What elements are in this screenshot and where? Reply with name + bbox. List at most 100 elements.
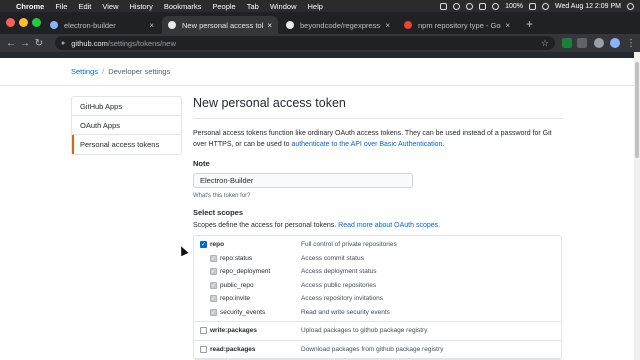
scope-row[interactable]: ✓ repo_deployment Access deployment stat… bbox=[194, 265, 561, 279]
browser-tab-active[interactable]: New personal access token × bbox=[162, 16, 278, 34]
github-icon bbox=[168, 21, 176, 29]
scope-description: Access commit status bbox=[301, 254, 364, 262]
scope-read-packages-checkbox[interactable] bbox=[200, 345, 207, 353]
note-label: Note bbox=[193, 159, 210, 168]
menu-edit[interactable]: Edit bbox=[78, 2, 91, 11]
url-host: github.com bbox=[71, 38, 108, 48]
scrollbar-thumb[interactable] bbox=[635, 62, 639, 158]
minimize-window-button[interactable] bbox=[19, 18, 28, 27]
web-page: Settings / Developer settings GitHub Apps … bbox=[0, 52, 640, 360]
status-icon[interactable] bbox=[453, 2, 461, 10]
scope-checkbox[interactable]: ✓ bbox=[210, 281, 217, 289]
menu-bookmarks[interactable]: Bookmarks bbox=[164, 2, 202, 11]
new-tab-icon[interactable]: + bbox=[526, 17, 533, 31]
dropbox-icon[interactable] bbox=[479, 2, 487, 10]
token-form: New personal access token Personal acces… bbox=[193, 96, 563, 360]
scope-checkbox[interactable]: ✓ bbox=[210, 308, 217, 316]
address-bar[interactable]: ● github.com/settings/tokens/new ☆ bbox=[55, 36, 555, 50]
scope-row[interactable]: ✓ repo Full control of private repositor… bbox=[194, 238, 561, 252]
menu-kebab-icon[interactable]: ⋮ bbox=[624, 38, 638, 49]
scope-name: write:packages bbox=[210, 327, 257, 335]
intro-end: . bbox=[442, 140, 445, 148]
menu-history[interactable]: History bbox=[130, 2, 153, 11]
scope-checkbox[interactable]: ✓ bbox=[210, 268, 217, 276]
scope-row[interactable]: read:packages Download packages from git… bbox=[194, 343, 561, 357]
tab-title: beyondcode/regexpress-build bbox=[300, 20, 381, 30]
reload-icon[interactable]: ↻ bbox=[32, 38, 46, 49]
scope-description: Read and write security events bbox=[301, 308, 390, 316]
menu-view[interactable]: View bbox=[102, 2, 118, 11]
sidebar-item-oauth-apps[interactable]: OAuth Apps bbox=[72, 116, 181, 135]
sidebar-item-personal-access-tokens[interactable]: Personal access tokens bbox=[72, 135, 181, 154]
menu-file[interactable]: File bbox=[55, 2, 67, 11]
scope-name: repo_deployment bbox=[220, 268, 271, 276]
menu-help[interactable]: Help bbox=[308, 2, 323, 11]
forward-icon[interactable]: → bbox=[18, 38, 32, 49]
browser-tab[interactable]: beyondcode/regexpress-build × bbox=[280, 16, 396, 34]
bookmark-star-icon[interactable]: ☆ bbox=[541, 38, 549, 49]
extensions-puzzle-icon[interactable] bbox=[594, 38, 604, 48]
tab-strip: electron-builder × New personal access t… bbox=[0, 12, 640, 34]
close-tab-icon[interactable]: × bbox=[267, 21, 272, 30]
scope-name: public_repo bbox=[220, 281, 254, 289]
page-title: New personal access token bbox=[193, 96, 563, 119]
extension-icon[interactable] bbox=[577, 38, 587, 48]
menu-people[interactable]: People bbox=[212, 2, 235, 11]
url-path: /settings/tokens/new bbox=[107, 38, 176, 48]
lock-icon[interactable]: ● bbox=[61, 40, 65, 47]
scope-row[interactable]: ✓ security_events Read and write securit… bbox=[194, 306, 561, 320]
settings-sidebar: GitHub Apps OAuth Apps Personal access t… bbox=[71, 96, 182, 155]
note-hint: What's this token for? bbox=[193, 193, 251, 199]
basic-auth-link[interactable]: authenticate to the API over Basic Authe… bbox=[291, 141, 442, 148]
siri-icon[interactable] bbox=[627, 2, 634, 10]
profile-avatar[interactable] bbox=[610, 38, 620, 48]
scopes-label: Select scopes bbox=[193, 208, 244, 217]
scope-group-write-packages: write:packages Upload packages to github… bbox=[194, 322, 561, 341]
intro-text: Personal access tokens function like ord… bbox=[193, 129, 563, 150]
sidebar-item-github-apps[interactable]: GitHub Apps bbox=[72, 97, 181, 116]
menu-chrome[interactable]: Chrome bbox=[16, 2, 44, 11]
battery-icon[interactable] bbox=[528, 2, 536, 10]
close-tab-icon[interactable]: × bbox=[149, 21, 154, 30]
close-tab-icon[interactable]: × bbox=[505, 21, 510, 30]
scope-write-packages-checkbox[interactable] bbox=[200, 327, 207, 335]
favicon-icon bbox=[50, 21, 58, 29]
wifi-icon[interactable] bbox=[492, 2, 500, 10]
zoom-window-button[interactable] bbox=[32, 18, 41, 27]
scope-row[interactable]: ✓ repo:status Access commit status bbox=[194, 252, 561, 266]
github-icon bbox=[286, 21, 294, 29]
scope-checkbox[interactable]: ✓ bbox=[210, 295, 217, 303]
scope-row[interactable]: ✓ repo:invite Access repository invitati… bbox=[194, 292, 561, 306]
github-header bbox=[0, 52, 640, 58]
divider bbox=[0, 85, 640, 86]
browser-tab[interactable]: npm repository type - Google × bbox=[398, 16, 516, 34]
extension-icon[interactable] bbox=[562, 38, 572, 48]
back-icon[interactable]: ← bbox=[4, 38, 18, 49]
browser-toolbar: ← → ↻ ● github.com/settings/tokens/new ☆… bbox=[0, 34, 640, 52]
spotlight-icon[interactable] bbox=[541, 2, 549, 10]
close-tab-icon[interactable]: × bbox=[385, 21, 390, 30]
scope-description: Access public repositories bbox=[301, 281, 377, 289]
close-window-button[interactable] bbox=[6, 18, 15, 27]
menu-window[interactable]: Window bbox=[270, 2, 297, 11]
status-icon[interactable] bbox=[440, 2, 448, 10]
scope-group-repo: ✓ repo Full control of private repositor… bbox=[194, 236, 561, 322]
page-scrollbar[interactable] bbox=[634, 52, 640, 360]
scope-repo-checkbox[interactable]: ✓ bbox=[200, 241, 207, 249]
tab-title: New personal access token bbox=[182, 20, 263, 30]
tab-title: electron-builder bbox=[64, 20, 116, 30]
menu-tab[interactable]: Tab bbox=[247, 2, 259, 11]
mouse-cursor bbox=[177, 244, 189, 257]
scope-checkbox[interactable]: ✓ bbox=[210, 254, 217, 262]
scope-description: Access deployment status bbox=[301, 268, 377, 276]
browser-tab[interactable]: electron-builder × bbox=[44, 16, 160, 34]
info-icon[interactable] bbox=[466, 2, 474, 10]
scope-row[interactable]: ✓ public_repo Access public repositories bbox=[194, 279, 561, 293]
breadcrumb-settings-link[interactable]: Settings bbox=[71, 67, 98, 76]
note-input[interactable]: Electron-Builder bbox=[193, 173, 413, 188]
scope-description: Download packages from github package re… bbox=[301, 345, 444, 353]
menubar-clock[interactable]: Wed Aug 12 2:09 PM bbox=[555, 3, 621, 10]
oauth-scopes-link[interactable]: Read more about OAuth scopes. bbox=[338, 222, 440, 229]
scope-row[interactable]: write:packages Upload packages to github… bbox=[194, 324, 561, 338]
scope-group-read-packages: read:packages Download packages from git… bbox=[194, 341, 561, 359]
